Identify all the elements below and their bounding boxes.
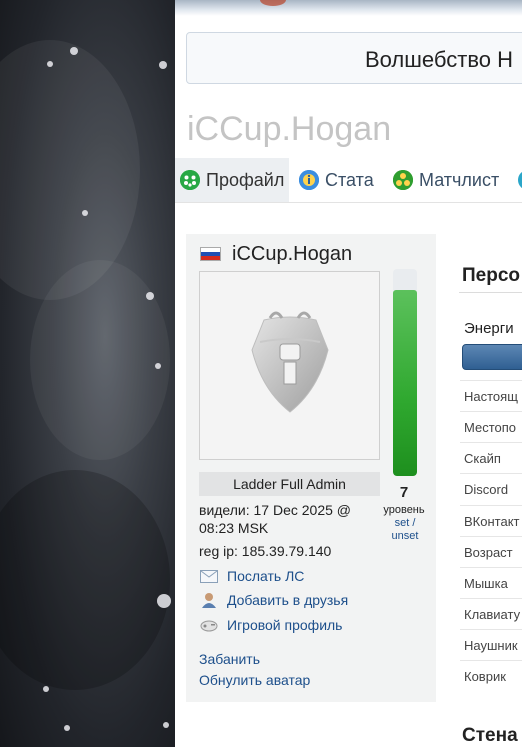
info-row: Настоящ (460, 380, 522, 411)
shield-trophy-icon (251, 311, 329, 413)
card-username: iCCup.Hogan (232, 243, 353, 265)
profile-card: iCCup.Hogan Ladder Full Admin 7 уровень … (186, 234, 436, 702)
send-message-label: Послать ЛС (227, 568, 305, 584)
energy-bar (462, 344, 522, 370)
tab-stats-label: Стата (325, 169, 374, 190)
personal-info-title: Персо (462, 265, 521, 286)
info-icon (299, 170, 319, 190)
info-row: Мышка (460, 567, 522, 598)
info-row: ВКонтакт (460, 505, 522, 536)
wall-title: Стена (462, 725, 518, 746)
level-label: уровень (383, 504, 425, 516)
profile-page: Волшебство Н iCCup.Hogan Профайл Стата М… (175, 0, 522, 747)
info-row: Коврик (460, 660, 522, 691)
section-divider (459, 292, 522, 293)
info-row: Клавиату (460, 598, 522, 629)
game-profile-label: Игровой профиль (227, 617, 343, 633)
game-profile-link[interactable]: Игровой профиль (199, 617, 342, 633)
game-profile-icon (199, 617, 219, 633)
reg-ip: reg ip: 185.39.79.140 (199, 543, 332, 559)
level-number: 7 (399, 484, 409, 501)
info-row: Discord (460, 473, 522, 504)
info-row: Скайп (460, 442, 522, 473)
tab-profile-label: Профайл (206, 169, 285, 190)
level-separator: / (412, 517, 416, 529)
russia-flag-icon (200, 247, 221, 261)
add-friend-icon (199, 592, 219, 608)
avatar (199, 271, 380, 460)
envelope-icon (199, 568, 219, 584)
role-badge: Ladder Full Admin (199, 472, 380, 496)
send-message-link[interactable]: Послать ЛС (199, 568, 304, 584)
level-set-unset: set / unset (382, 517, 428, 543)
info-row: Местопо (460, 411, 522, 442)
ban-link[interactable]: Забанить (199, 651, 260, 667)
add-friend-label: Добавить в друзья (227, 592, 349, 608)
level-energy-bar (393, 269, 417, 476)
add-friend-link[interactable]: Добавить в друзья (199, 592, 348, 608)
page-title: iCCup.Hogan (187, 110, 392, 148)
last-seen: видели: 17 Dec 2025 @ 08:23 MSK (199, 502, 352, 536)
tab-stats[interactable]: Стата (299, 158, 374, 202)
energy-label: Энерги (464, 320, 514, 337)
matchlist-icon (393, 170, 413, 190)
info-row: Наушник (460, 629, 522, 660)
level-energy-fill (393, 290, 417, 476)
personal-info-section: Персо Энерги Настоящ Местопо Скайп Disco… (459, 0, 522, 747)
level-set-link[interactable]: set (395, 517, 410, 529)
level-unset-link[interactable]: unset (392, 530, 419, 542)
background-art (0, 0, 175, 747)
reset-avatar-link[interactable]: Обнулить аватар (199, 672, 310, 688)
info-row: Возраст (460, 536, 522, 567)
tab-profile[interactable]: Профайл (175, 158, 289, 202)
profile-icon (180, 170, 200, 190)
